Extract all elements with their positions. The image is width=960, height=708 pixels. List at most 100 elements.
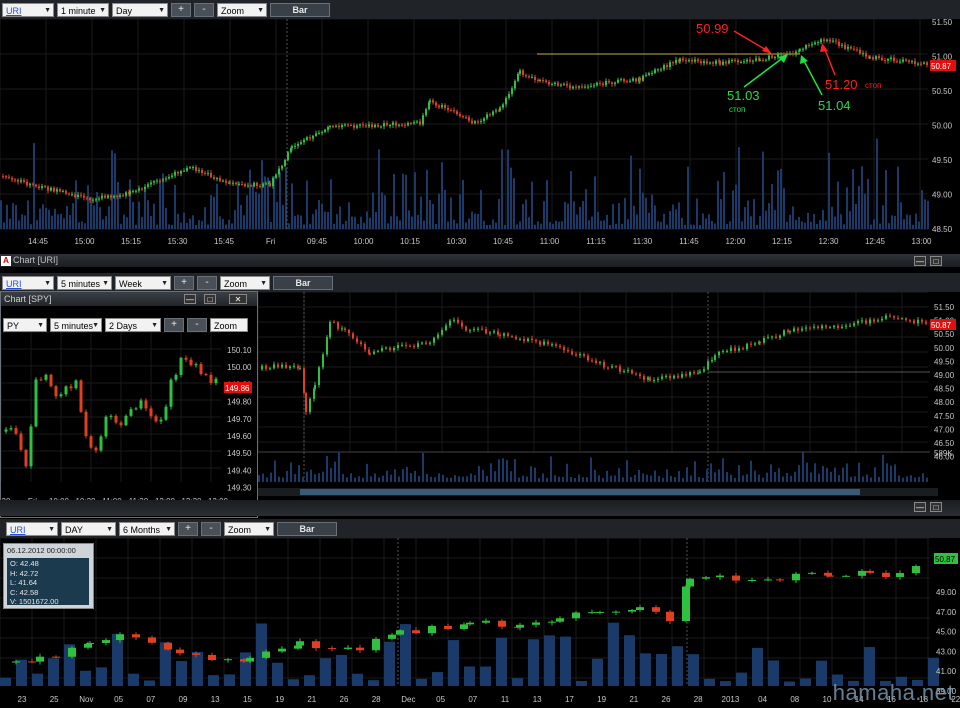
symbol-select[interactable]: URI ▼ <box>2 275 54 290</box>
window-title-uri[interactable]: A Chart [URI] <box>0 254 960 267</box>
candle-body <box>808 45 810 47</box>
zoom-out-button[interactable]: - <box>201 521 221 536</box>
candle-body <box>502 104 504 108</box>
candle-body <box>805 327 807 329</box>
candle-body <box>312 135 314 139</box>
volume-bar <box>496 637 507 686</box>
zoom-in-button[interactable]: + <box>174 275 194 290</box>
candle-body <box>569 85 571 89</box>
zoom-select[interactable]: Zoom <box>210 317 248 332</box>
volume-bar <box>243 215 245 229</box>
volume-bar <box>216 183 218 229</box>
symbol-select[interactable]: URI ▼ <box>6 521 58 536</box>
maximize-button[interactable]: □ <box>930 502 942 512</box>
candle-body <box>832 40 834 42</box>
volume-bar <box>722 458 724 482</box>
candle-body <box>433 337 435 343</box>
candle-body <box>571 351 573 355</box>
minimize-button[interactable]: — <box>914 502 926 512</box>
zoom-in-button[interactable]: + <box>171 2 191 17</box>
volume-bar <box>549 222 551 229</box>
candle-body <box>285 364 287 368</box>
zoom-out-button[interactable]: - <box>194 2 214 17</box>
close-button[interactable]: ✕ <box>229 294 247 304</box>
maximize-button[interactable]: □ <box>204 294 216 304</box>
volume-bar <box>600 220 602 229</box>
zoom-in-button[interactable]: + <box>164 317 184 332</box>
chevron-down-icon: ▼ <box>106 525 113 533</box>
volume-bar <box>687 166 689 229</box>
spy-window-title[interactable]: Chart [SPY] <box>1 292 257 306</box>
volume-bar <box>770 464 772 482</box>
volume-bar <box>614 475 616 482</box>
minimize-button[interactable]: — <box>184 294 196 304</box>
volume-bar <box>336 214 338 229</box>
period-select[interactable]: Day ▼ <box>112 2 168 17</box>
zoom-select[interactable]: Zoom ▼ <box>224 521 274 536</box>
volume-bar <box>30 224 32 229</box>
spy-chart-window[interactable]: Chart [SPY] — □ ✕ PY ▼ 5 minutes ▼ 2 Days ▼… <box>0 291 258 518</box>
volume-bar <box>258 475 260 482</box>
candle-body <box>2 176 4 178</box>
candle-body <box>666 611 674 622</box>
zoom-out-button[interactable]: - <box>187 317 207 332</box>
interval-select[interactable]: 1 minute ▼ <box>57 2 109 17</box>
candle-body <box>889 315 891 317</box>
candle-body <box>555 344 557 346</box>
period-select[interactable]: 2 Days ▼ <box>105 317 161 332</box>
volume-bar <box>454 475 456 482</box>
symbol-select[interactable]: PY ▼ <box>3 317 47 332</box>
interval-select[interactable]: DAY ▼ <box>61 521 116 536</box>
symbol-select[interactable]: URI ▼ <box>2 2 54 17</box>
candle-body <box>685 374 687 376</box>
volume-bar <box>669 211 671 229</box>
volume-bar <box>900 202 902 229</box>
candle-body <box>371 124 373 128</box>
y-tick-label: 50.00 <box>932 122 953 131</box>
candle-body <box>523 338 525 342</box>
volume-bar <box>502 458 504 482</box>
bar-button[interactable]: Bar <box>270 2 330 17</box>
zoom-select[interactable]: Zoom ▼ <box>220 275 270 290</box>
maximize-button[interactable]: □ <box>930 256 942 266</box>
candle-body <box>759 59 761 61</box>
volume-bar <box>706 469 708 482</box>
x-tick-label: 11:45 <box>679 237 699 246</box>
candle-body <box>83 195 85 198</box>
candle-body <box>189 359 193 366</box>
candle-body <box>691 60 693 62</box>
candle-body <box>321 131 323 133</box>
zoom-out-button[interactable]: - <box>197 275 217 290</box>
volume-bar <box>80 670 91 686</box>
scrollbar-thumb[interactable] <box>300 489 860 495</box>
candle-body <box>8 176 10 178</box>
candle-body <box>826 39 828 41</box>
bar-button[interactable]: Bar <box>273 275 333 290</box>
volume-bar <box>6 204 8 229</box>
minimize-button[interactable]: — <box>914 256 926 266</box>
grid <box>1 332 221 482</box>
volume-bar <box>510 167 512 229</box>
volume-bar <box>24 215 26 229</box>
interval-select[interactable]: 5 minutes ▼ <box>57 275 112 290</box>
volume-bar <box>822 209 824 229</box>
interval-select[interactable]: 5 minutes ▼ <box>50 317 102 332</box>
volume-bar <box>674 477 676 482</box>
period-select[interactable]: Week ▼ <box>115 275 171 290</box>
volume-bar <box>807 212 809 229</box>
zoom-select[interactable]: Zoom ▼ <box>217 2 267 17</box>
candle-body <box>824 572 832 576</box>
volume-bar <box>546 180 548 229</box>
candle-body <box>84 643 92 648</box>
candle-body <box>882 572 890 577</box>
candle-body <box>809 327 811 329</box>
period-select[interactable]: 6 Months ▼ <box>119 521 175 536</box>
volume-bar <box>486 475 488 482</box>
candle-body <box>508 94 510 98</box>
zoom-in-button[interactable]: + <box>178 521 198 536</box>
candle-body <box>542 79 544 81</box>
candle-body <box>722 61 724 65</box>
candle-body <box>147 184 149 187</box>
bar-button[interactable]: Bar <box>277 521 337 536</box>
candle-body <box>866 570 874 573</box>
